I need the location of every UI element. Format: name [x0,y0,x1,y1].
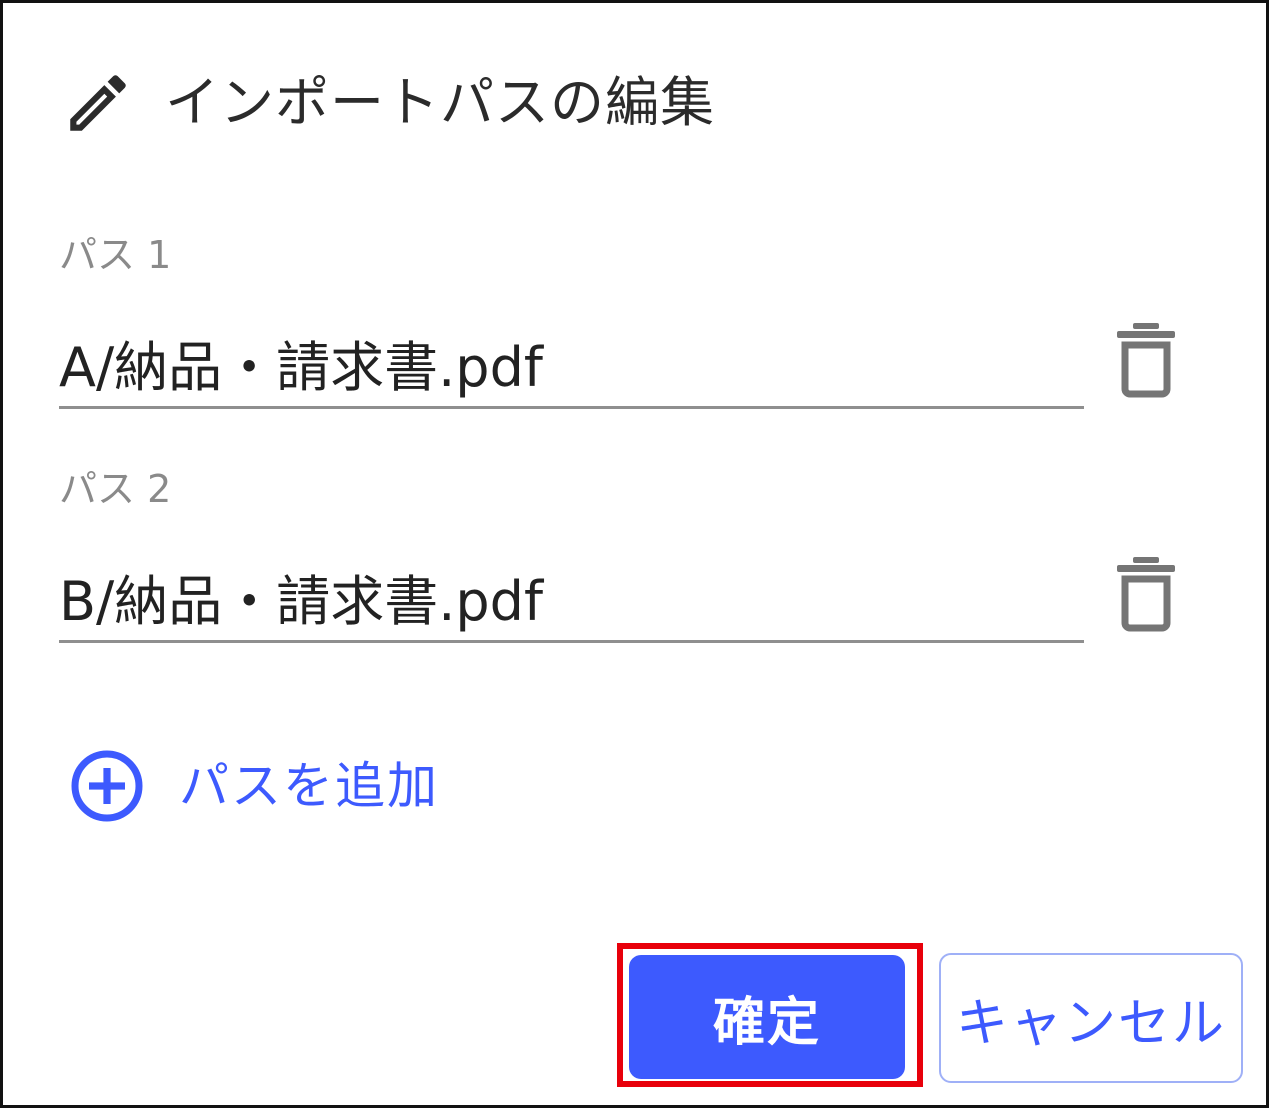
pencil-icon [61,66,135,140]
trash-icon [1111,553,1181,633]
add-circle-icon [69,748,145,824]
cancel-button[interactable]: キャンセル [939,953,1243,1083]
path-field-2: パス 2 [59,461,1084,643]
edit-import-path-dialog: インポートパスの編集 パス 1 パス 2 [0,0,1269,1108]
path-field-label: パス 1 [59,233,172,277]
path-field-label: パス 2 [59,467,172,511]
path-field-1: パス 1 [59,227,1084,409]
dialog-header: インポートパスの編集 [61,65,715,141]
trash-icon [1111,319,1181,399]
add-path-label: パスを追加 [179,757,439,815]
confirm-button[interactable]: 確定 [629,955,905,1079]
dialog-title: インポートパスの編集 [165,71,715,134]
path-input-2[interactable] [59,553,1084,643]
add-path-button[interactable]: パスを追加 [69,748,439,824]
path-input-1[interactable] [59,319,1084,409]
delete-path-2-button[interactable] [1111,553,1181,633]
delete-path-1-button[interactable] [1111,319,1181,399]
